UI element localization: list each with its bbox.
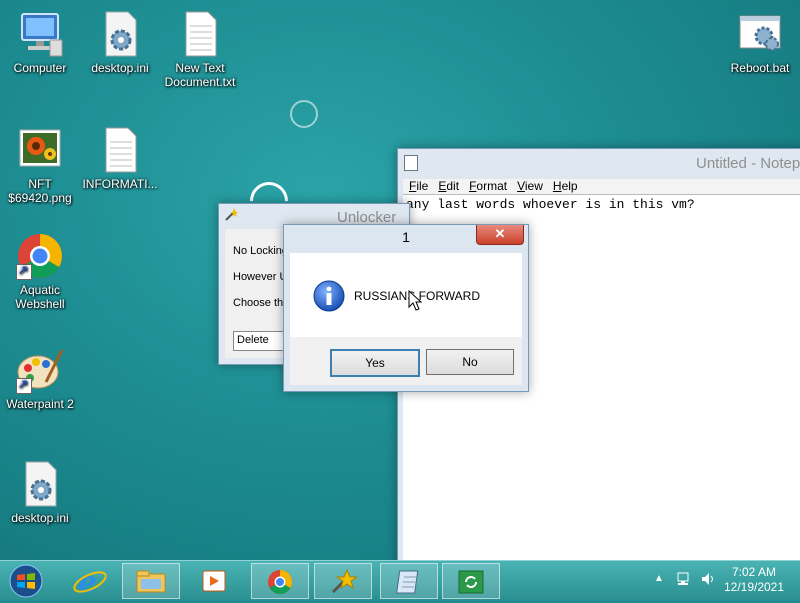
notepad-menubar: File Edit Format View Help xyxy=(403,179,800,194)
menu-file[interactable]: File xyxy=(409,179,428,193)
desktop-icon-desktop-ini[interactable]: desktop.ini xyxy=(76,10,164,75)
show-hidden-icons-chevron[interactable]: ▲ xyxy=(654,573,664,584)
media-player-icon xyxy=(202,569,226,598)
clock-time: 7:02 AM xyxy=(731,565,777,579)
desktop-icon-information[interactable]: INFORMATI... xyxy=(76,126,164,191)
paint-icon xyxy=(16,346,64,394)
shortcut-arrow-icon xyxy=(16,377,32,394)
network-icon[interactable] xyxy=(676,571,692,590)
internet-explorer-icon: e xyxy=(70,565,110,602)
clock[interactable]: 7:02 AM 12/19/2021 xyxy=(716,565,792,595)
computer-icon xyxy=(16,10,64,58)
taskbar-chrome[interactable] xyxy=(251,563,309,599)
desktop-icon-waterpaint[interactable]: Waterpaint 2 xyxy=(0,346,84,411)
no-button[interactable]: No xyxy=(426,349,514,375)
taskbar-notepad[interactable] xyxy=(380,563,438,599)
refresh-icon xyxy=(458,569,484,600)
taskbar-refresh-app[interactable] xyxy=(442,563,500,599)
unlocker-icon xyxy=(329,568,359,601)
text-file-icon xyxy=(96,126,144,174)
text-file-icon xyxy=(176,10,224,58)
shortcut-arrow-icon xyxy=(16,263,32,280)
unlocker-line-1: No Locking xyxy=(233,245,289,257)
dialog-close-button[interactable]: ✕ xyxy=(476,225,524,245)
unlocker-line-3: Choose th xyxy=(233,297,284,309)
loading-ring-icon xyxy=(290,100,318,128)
notepad-icon xyxy=(404,155,418,171)
volume-icon[interactable] xyxy=(700,571,716,590)
dialog-content: RUSSIANS FORWARD xyxy=(290,253,522,337)
dialog-footer: Yes No xyxy=(290,337,522,385)
chrome-icon xyxy=(16,232,64,280)
menu-format[interactable]: Format xyxy=(469,179,507,193)
mouse-cursor-icon xyxy=(408,289,423,317)
svg-text:e: e xyxy=(78,565,97,598)
yes-button[interactable]: Yes xyxy=(330,349,420,377)
desktop-icon-aquatic-webshell[interactable]: Aquatic Webshell xyxy=(0,232,84,311)
desktop-icon-new-text-document[interactable]: New Text Document.txt xyxy=(156,10,244,89)
settings-file-icon xyxy=(96,10,144,58)
taskbar-media-player[interactable] xyxy=(198,564,232,598)
action-select-value: Delete xyxy=(237,334,269,346)
file-explorer-icon xyxy=(136,570,166,599)
taskbar: e ▲ 7:02 AM 12/19/2021 xyxy=(0,560,800,601)
start-button[interactable] xyxy=(8,564,44,598)
chrome-icon xyxy=(267,569,293,600)
menu-view[interactable]: View xyxy=(517,179,543,193)
settings-file-icon xyxy=(16,460,64,508)
taskbar-unlocker[interactable] xyxy=(314,563,372,599)
info-icon xyxy=(313,280,345,312)
taskbar-ie[interactable]: e xyxy=(70,564,110,600)
wand-icon xyxy=(224,208,238,222)
image-file-icon xyxy=(16,126,64,174)
desktop-icon-nft-png[interactable]: NFT $69420.png xyxy=(0,126,84,205)
batch-file-icon xyxy=(736,10,784,58)
desktop-icon-computer[interactable]: Computer xyxy=(0,10,84,75)
start-icon xyxy=(8,564,44,602)
menu-edit[interactable]: Edit xyxy=(438,179,459,193)
desktop-icon-desktop-ini-2[interactable]: desktop.ini xyxy=(0,460,84,525)
menu-help[interactable]: Help xyxy=(553,179,578,193)
notepad-title: Untitled - Notep xyxy=(696,155,800,172)
taskbar-file-explorer[interactable] xyxy=(122,563,180,599)
unlocker-line-2: However U xyxy=(233,271,288,283)
clock-date: 12/19/2021 xyxy=(723,580,785,594)
desktop-icon-reboot-bat[interactable]: Reboot.bat xyxy=(716,10,800,75)
notepad-titlebar[interactable]: Untitled - Notep xyxy=(398,149,800,179)
notepad-icon xyxy=(396,569,422,600)
message-dialog[interactable]: 1 ✕ RUSSIANS FORWARD Yes No xyxy=(283,224,529,392)
